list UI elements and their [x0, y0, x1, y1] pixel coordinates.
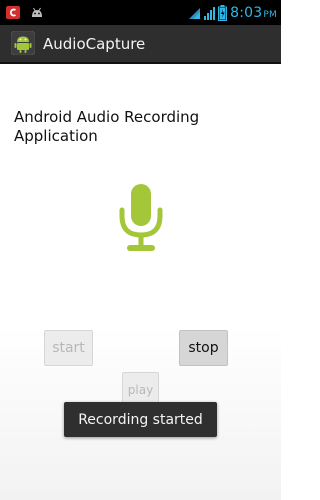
notification-app-icon [6, 6, 20, 19]
battery-icon [218, 4, 228, 21]
microphone-icon [119, 184, 163, 251]
action-bar: AudioCapture [0, 25, 281, 64]
page-heading: Android Audio Recording Application [14, 108, 200, 145]
toast-message: Recording started [64, 402, 217, 437]
android-app-icon[interactable] [11, 31, 35, 55]
app-title: AudioCapture [43, 35, 146, 53]
android-debug-icon [32, 7, 42, 17]
status-icons: 8:03PM [188, 0, 277, 25]
wifi-icon [189, 7, 201, 19]
main-content: Android Audio Recording Application star… [0, 64, 281, 500]
signal-icon [204, 6, 216, 20]
status-bar: 8:03PM [0, 0, 281, 25]
start-button[interactable]: start [44, 330, 93, 366]
stop-button[interactable]: stop [179, 330, 228, 366]
status-time: 8:03PM [230, 4, 277, 21]
